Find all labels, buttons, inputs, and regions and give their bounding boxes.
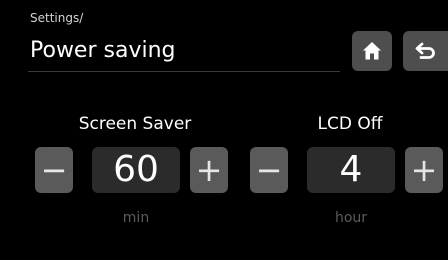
screen-saver-decrement-button[interactable]: − bbox=[35, 147, 73, 193]
screen-saver-value: 60 bbox=[92, 147, 180, 193]
home-icon bbox=[363, 42, 381, 60]
screen-saver-increment-button[interactable]: + bbox=[190, 147, 228, 193]
home-button[interactable] bbox=[352, 31, 392, 71]
back-button[interactable] bbox=[403, 31, 448, 71]
breadcrumb: Settings/ bbox=[30, 11, 84, 25]
screen-saver-label: Screen Saver bbox=[78, 114, 192, 134]
lcd-off-increment-button[interactable]: + bbox=[405, 147, 443, 193]
screen-saver-unit: min bbox=[122, 210, 150, 226]
lcd-off-unit: hour bbox=[334, 210, 368, 226]
lcd-off-decrement-button[interactable]: − bbox=[250, 147, 288, 193]
page-title: Power saving bbox=[30, 38, 176, 63]
title-divider bbox=[28, 71, 340, 72]
back-arrow-icon bbox=[415, 42, 435, 59]
lcd-off-label: LCD Off bbox=[317, 114, 383, 134]
lcd-off-value: 4 bbox=[307, 147, 395, 193]
